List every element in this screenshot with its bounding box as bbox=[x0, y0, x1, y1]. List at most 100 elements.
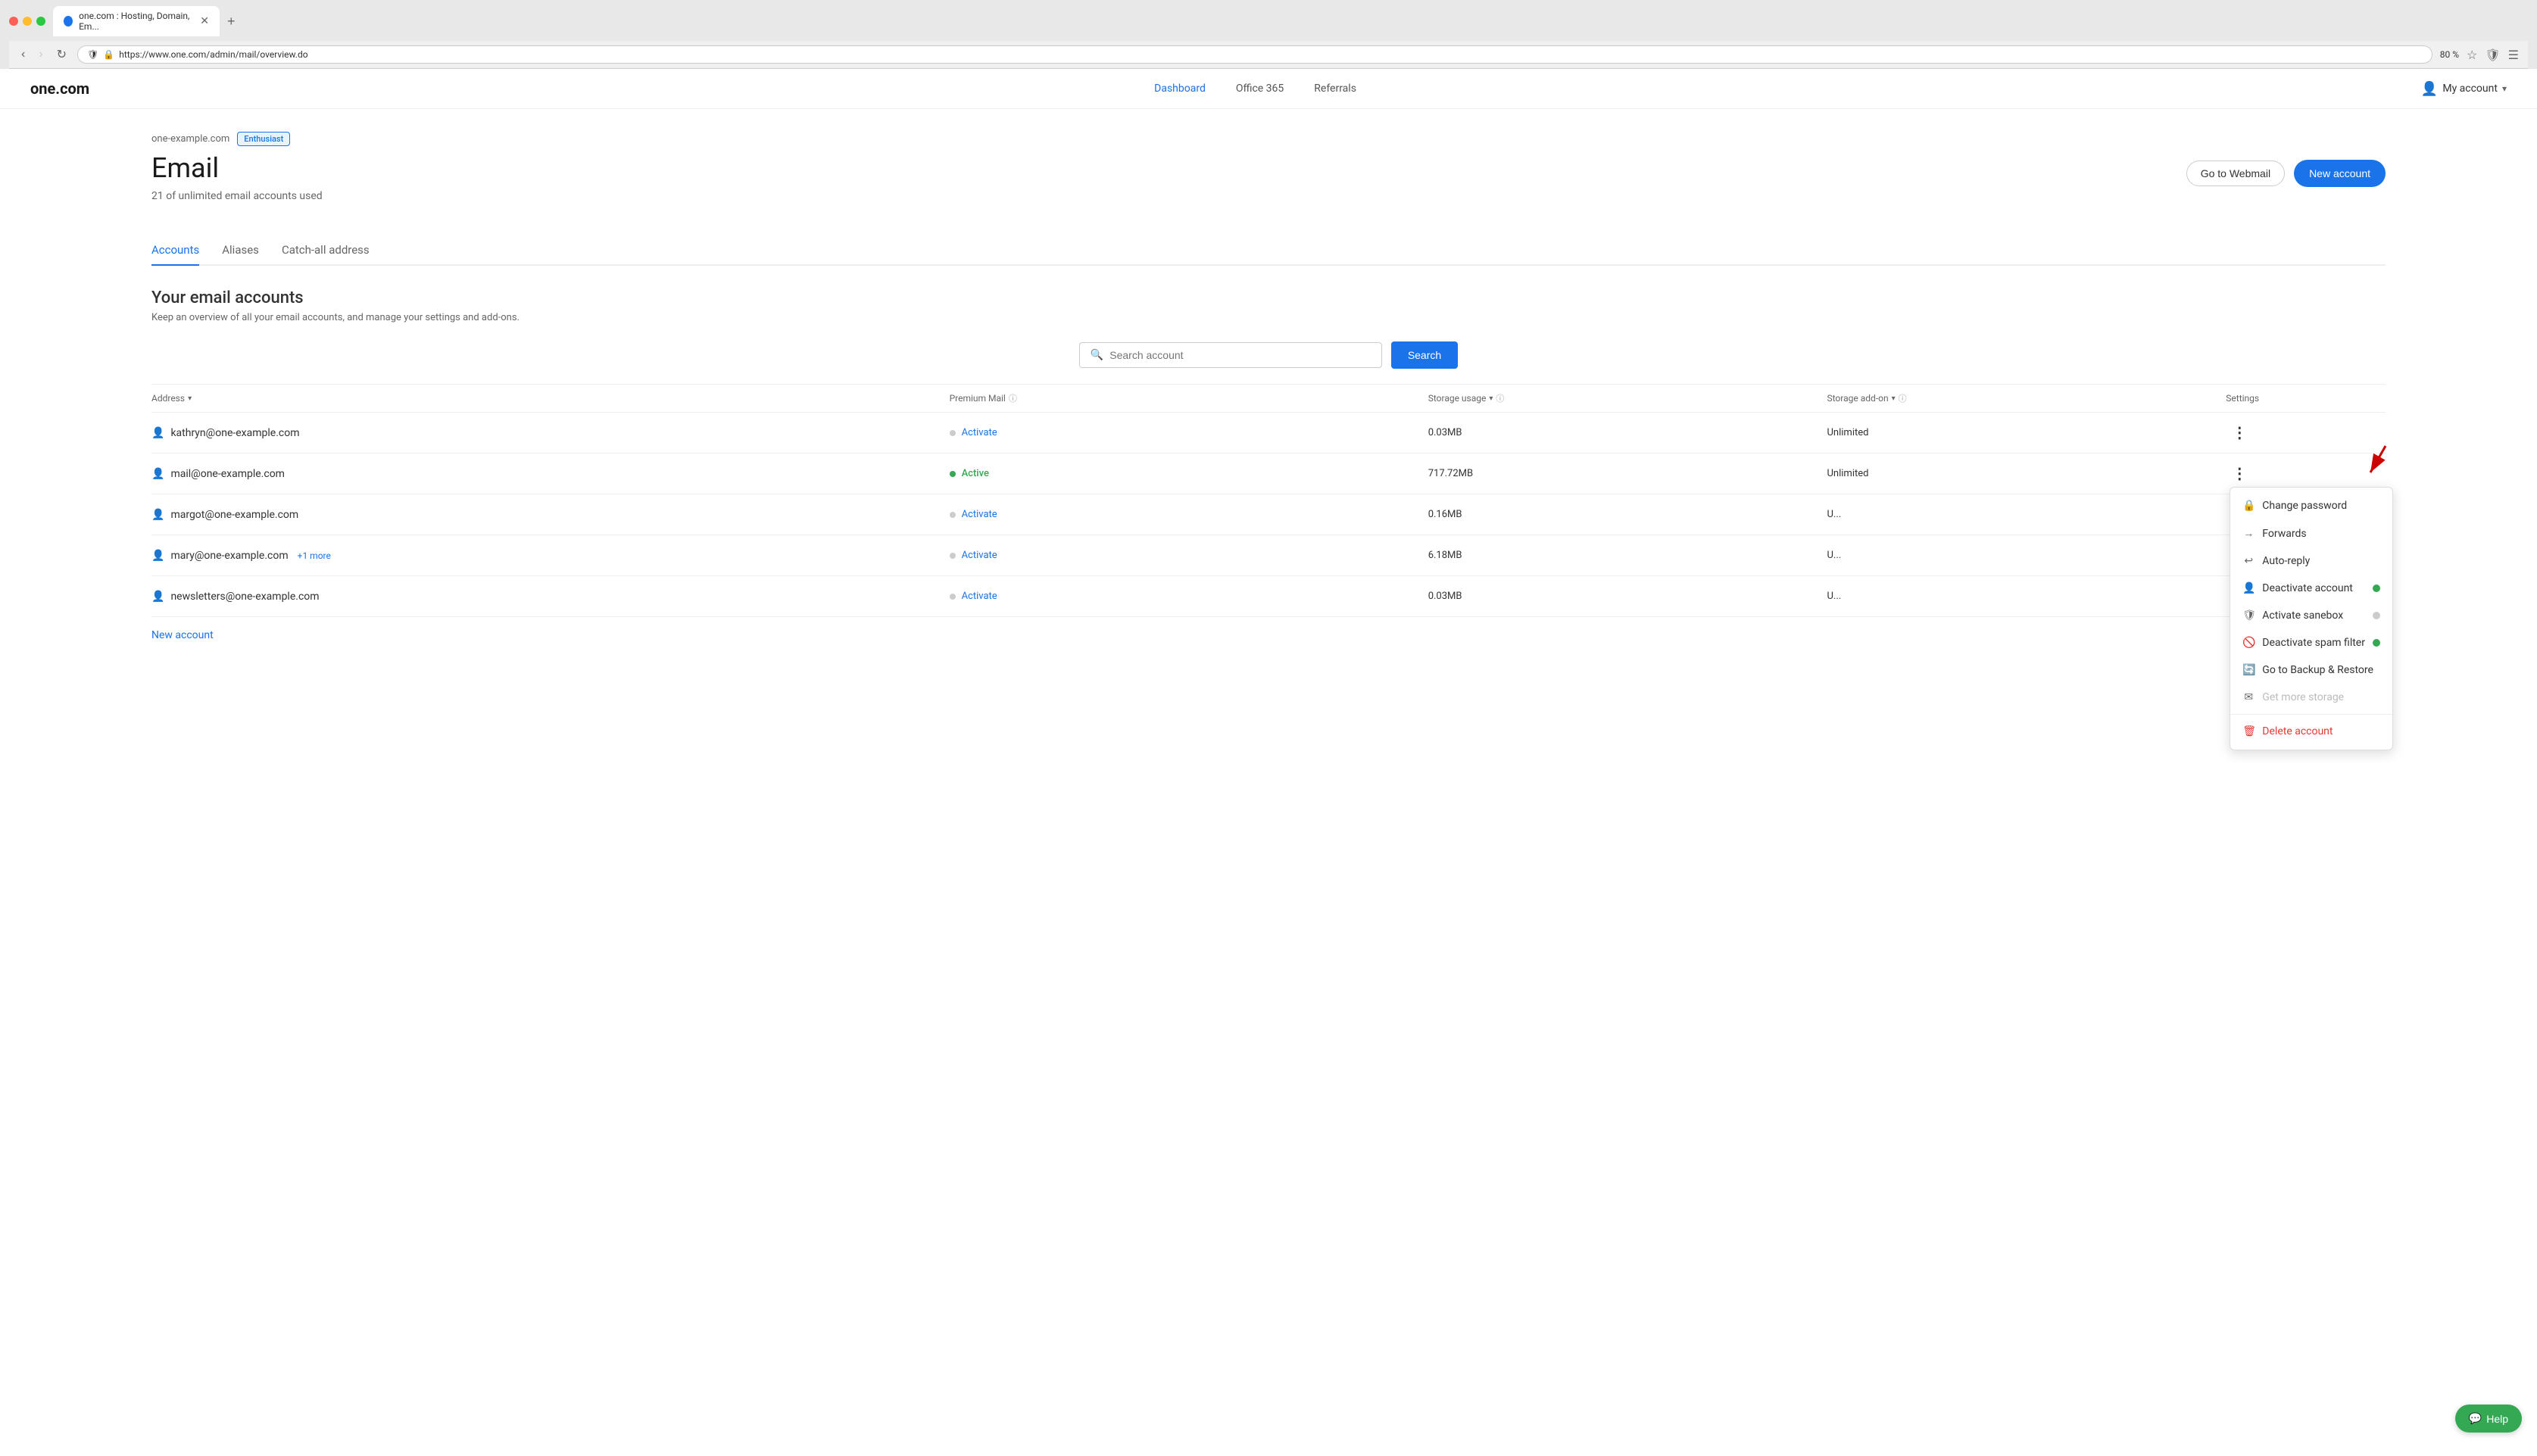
tab-close-button[interactable]: ✕ bbox=[200, 15, 209, 27]
menu-backup-restore[interactable]: 🔄 Go to Backup & Restore bbox=[2230, 656, 2392, 684]
search-icon: 🔍 bbox=[1091, 349, 1103, 361]
new-tab-button[interactable]: + bbox=[227, 14, 236, 30]
nav-link-office365[interactable]: Office 365 bbox=[1236, 83, 1284, 95]
section-description: Keep an overview of all your email accou… bbox=[151, 312, 2386, 323]
email-table: Address ▾ Premium Mail ⓘ Storage usage ▾… bbox=[151, 384, 2386, 641]
delete-icon: 🗑 bbox=[2242, 725, 2255, 737]
minimize-dot[interactable] bbox=[23, 17, 32, 26]
chevron-down-icon: ▾ bbox=[2502, 83, 2507, 94]
toggle-spam[interactable] bbox=[2373, 639, 2380, 647]
menu-divider bbox=[2230, 714, 2392, 715]
enthusiast-badge: Enthusiast bbox=[237, 132, 290, 146]
tab-aliases[interactable]: Aliases bbox=[222, 235, 259, 266]
site-logo: one.com bbox=[30, 80, 89, 98]
th-premium: Premium Mail ⓘ bbox=[950, 392, 1428, 404]
cell-premium: Activate bbox=[950, 427, 1428, 438]
table-row: 👤 newsletters@one-example.com Activate 0… bbox=[151, 576, 2386, 617]
cell-premium: Activate bbox=[950, 550, 1428, 561]
top-navigation: one.com Dashboard Office 365 Referrals 👤… bbox=[0, 69, 2537, 109]
cell-storage: 6.18MB bbox=[1428, 550, 1827, 561]
tab-accounts[interactable]: Accounts bbox=[151, 235, 199, 266]
zoom-level: 80 % bbox=[2440, 49, 2459, 60]
back-button[interactable]: ‹ bbox=[18, 46, 28, 63]
forward-icon: → bbox=[2242, 527, 2255, 540]
my-account-menu[interactable]: 👤 My account ▾ bbox=[2421, 81, 2507, 97]
account-icon: 👤 bbox=[2421, 81, 2438, 97]
cell-storage: 717.72MB bbox=[1428, 468, 1827, 479]
address-bar[interactable]: 🛡 🔒 https://www.one.com/admin/mail/overv… bbox=[77, 45, 2432, 64]
menu-auto-reply[interactable]: ↩ Auto-reply bbox=[2230, 547, 2392, 575]
menu-deactivate-spam[interactable]: 🚫 Deactivate spam filter bbox=[2230, 629, 2392, 656]
menu-change-password[interactable]: 🔒 Change password bbox=[2230, 492, 2392, 519]
search-row: 🔍 Search bbox=[151, 341, 2386, 369]
cell-addon: Unlimited bbox=[1827, 427, 2227, 438]
info-storage-icon: ⓘ bbox=[1496, 392, 1504, 404]
menu-deactivate-account[interactable]: 👤 Deactivate account bbox=[2230, 575, 2392, 602]
tab-favicon bbox=[64, 16, 73, 27]
webmail-button[interactable]: Go to Webmail bbox=[2186, 161, 2285, 186]
menu-activate-sanebox[interactable]: 🛡 Activate sanebox bbox=[2230, 602, 2392, 629]
help-button[interactable]: 💬 Help bbox=[2455, 1405, 2522, 1433]
more-options-button[interactable]: ⋮ bbox=[2226, 423, 2253, 442]
page-title: Email bbox=[151, 152, 323, 184]
status-dot bbox=[950, 594, 956, 600]
table-row: 👤 kathryn@one-example.com Activate 0.03M… bbox=[151, 413, 2386, 454]
th-settings: Settings bbox=[2226, 392, 2386, 404]
table-header: Address ▾ Premium Mail ⓘ Storage usage ▾… bbox=[151, 385, 2386, 413]
cell-email: 👤 margot@one-example.com bbox=[151, 509, 950, 521]
cell-email: 👤 kathryn@one-example.com bbox=[151, 427, 950, 439]
cell-addon: U... bbox=[1827, 591, 2227, 602]
bookmark-icon[interactable]: ☆ bbox=[2467, 48, 2477, 62]
table-row: 👤 mail@one-example.com Active 717.72MB U… bbox=[151, 454, 2386, 494]
my-account-label: My account bbox=[2442, 83, 2498, 95]
cell-settings: ⋮ bbox=[2226, 423, 2386, 442]
tab-bar: Accounts Aliases Catch-all address bbox=[151, 235, 2386, 266]
lock-icon: 🔒 bbox=[103, 49, 114, 60]
more-options-button[interactable]: ⋮ bbox=[2226, 464, 2253, 483]
context-menu: 🔒 Change password → Forwards ↩ Auto-repl… bbox=[2230, 487, 2393, 750]
domain-name: one-example.com bbox=[151, 133, 229, 145]
email-icon: 👤 bbox=[151, 427, 164, 439]
sort-address-icon[interactable]: ▾ bbox=[188, 394, 192, 403]
email-icon: 👤 bbox=[151, 550, 164, 562]
search-button[interactable]: Search bbox=[1391, 341, 1458, 369]
menu-forwards[interactable]: → Forwards bbox=[2230, 519, 2392, 547]
maximize-dot[interactable] bbox=[36, 17, 45, 26]
help-icon: 💬 bbox=[2469, 1412, 2482, 1425]
cell-storage: 0.16MB bbox=[1428, 509, 1827, 520]
search-input[interactable] bbox=[1109, 349, 1371, 361]
new-account-button[interactable]: New account bbox=[2294, 160, 2386, 187]
toggle-sanebox[interactable] bbox=[2373, 612, 2380, 619]
th-address: Address ▾ bbox=[151, 392, 950, 404]
sort-addon-icon[interactable]: ▾ bbox=[1892, 394, 1896, 403]
sort-storage-icon[interactable]: ▾ bbox=[1489, 394, 1493, 403]
email-icon: 👤 bbox=[151, 591, 164, 603]
shield-icon[interactable]: 🛡 bbox=[2485, 48, 2500, 62]
info-addon-icon: ⓘ bbox=[1899, 392, 1907, 404]
nav-link-dashboard[interactable]: Dashboard bbox=[1154, 83, 1206, 95]
status-dot bbox=[950, 512, 956, 518]
mail-icon: ✉ bbox=[2242, 691, 2255, 703]
table-row: 👤 mary@one-example.com +1 more Activate … bbox=[151, 535, 2386, 576]
cell-storage: 0.03MB bbox=[1428, 427, 1827, 438]
cell-email: 👤 newsletters@one-example.com bbox=[151, 591, 950, 603]
menu-get-storage: ✉ Get more storage bbox=[2230, 684, 2392, 711]
refresh-button[interactable]: ↻ bbox=[54, 45, 70, 64]
tab-catchall[interactable]: Catch-all address bbox=[282, 235, 370, 266]
menu-delete-account[interactable]: 🗑 Delete account bbox=[2230, 718, 2392, 745]
status-dot bbox=[950, 430, 956, 436]
cell-email: 👤 mary@one-example.com +1 more bbox=[151, 550, 950, 562]
nav-link-referrals[interactable]: Referrals bbox=[1314, 83, 1356, 95]
forward-button[interactable]: › bbox=[36, 46, 45, 63]
domain-row: one-example.com Enthusiast bbox=[151, 132, 2386, 146]
new-account-link[interactable]: New account bbox=[151, 629, 214, 641]
user-icon: 👤 bbox=[2242, 582, 2255, 594]
lock-icon: 🔒 bbox=[2242, 500, 2255, 512]
menu-icon[interactable]: ☰ bbox=[2508, 48, 2519, 62]
header-actions: Go to Webmail New account bbox=[2186, 160, 2386, 187]
browser-tab[interactable]: one.com : Hosting, Domain, Em... ✕ bbox=[53, 6, 220, 36]
close-dot[interactable] bbox=[9, 17, 18, 26]
url-text: https://www.one.com/admin/mail/overview.… bbox=[119, 49, 2422, 60]
toggle-deactivate[interactable] bbox=[2373, 585, 2380, 592]
tab-title: one.com : Hosting, Domain, Em... bbox=[79, 11, 194, 32]
